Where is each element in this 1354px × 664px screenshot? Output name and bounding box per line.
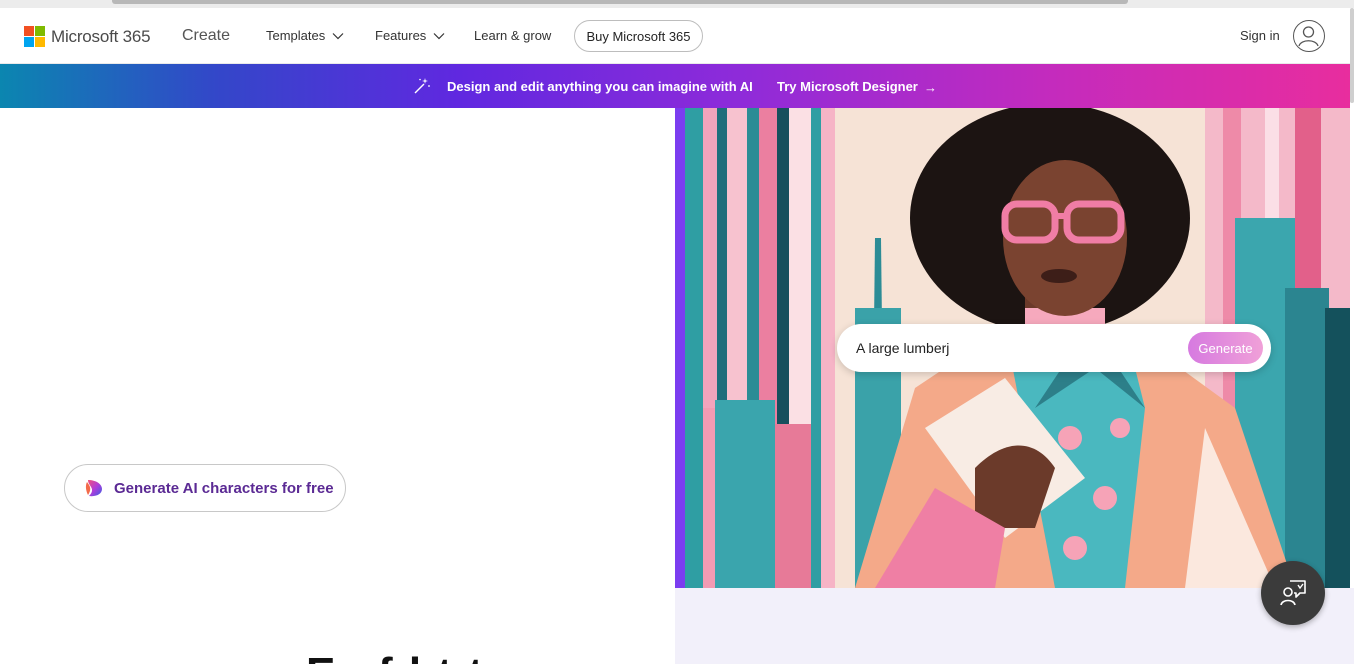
browser-top-strip xyxy=(0,0,1354,8)
magic-wand-icon xyxy=(414,78,430,94)
try-designer-link[interactable]: Try Microsoft Designer xyxy=(777,79,918,94)
chat-assistant-icon xyxy=(1280,580,1306,606)
horizontal-scrollbar[interactable] xyxy=(112,0,1128,4)
section-heading-partial: Ex f l t t xyxy=(306,646,1066,664)
nav-templates[interactable]: Templates xyxy=(266,28,344,43)
promo-banner[interactable]: Design and edit anything you can imagine… xyxy=(0,64,1350,108)
nav-features-label: Features xyxy=(375,28,427,43)
chevron-down-icon xyxy=(332,32,344,39)
arrow-right-icon: → xyxy=(924,80,937,95)
chat-assistant-button[interactable] xyxy=(1261,561,1325,625)
nav-features[interactable]: Features xyxy=(375,28,445,43)
person-icon xyxy=(1298,26,1319,47)
generate-ai-characters-label: Generate AI characters for free xyxy=(114,479,334,497)
prompt-input[interactable] xyxy=(856,336,1176,360)
vertical-scrollbar[interactable] xyxy=(1350,8,1354,103)
generate-button[interactable]: Generate xyxy=(1188,332,1263,364)
nav-learn-grow-label: Learn & grow xyxy=(474,28,552,43)
site-header: Microsoft 365 Create Templates Features … xyxy=(0,8,1354,64)
user-avatar-icon[interactable] xyxy=(1293,20,1325,52)
section-title[interactable]: Create xyxy=(182,27,230,45)
generate-ai-characters-button[interactable]: Generate AI characters for free xyxy=(64,464,346,512)
sign-in-link[interactable]: Sign in xyxy=(1240,28,1280,43)
microsoft-logo-icon xyxy=(24,26,45,47)
buy-microsoft-365-button[interactable]: Buy Microsoft 365 xyxy=(574,20,703,52)
designer-logo-icon xyxy=(85,480,102,497)
brand-name: Microsoft 365 xyxy=(51,26,151,46)
nav-templates-label: Templates xyxy=(266,28,326,43)
chevron-down-icon xyxy=(433,32,445,39)
brand-logo[interactable]: Microsoft 365 xyxy=(24,26,151,47)
left-content-panel xyxy=(0,108,675,664)
banner-message: Design and edit anything you can imagine… xyxy=(447,79,753,94)
prompt-box: Generate xyxy=(837,324,1271,372)
heading-text: Ex f l t t xyxy=(306,652,485,664)
nav-learn-grow[interactable]: Learn & grow xyxy=(474,28,551,43)
